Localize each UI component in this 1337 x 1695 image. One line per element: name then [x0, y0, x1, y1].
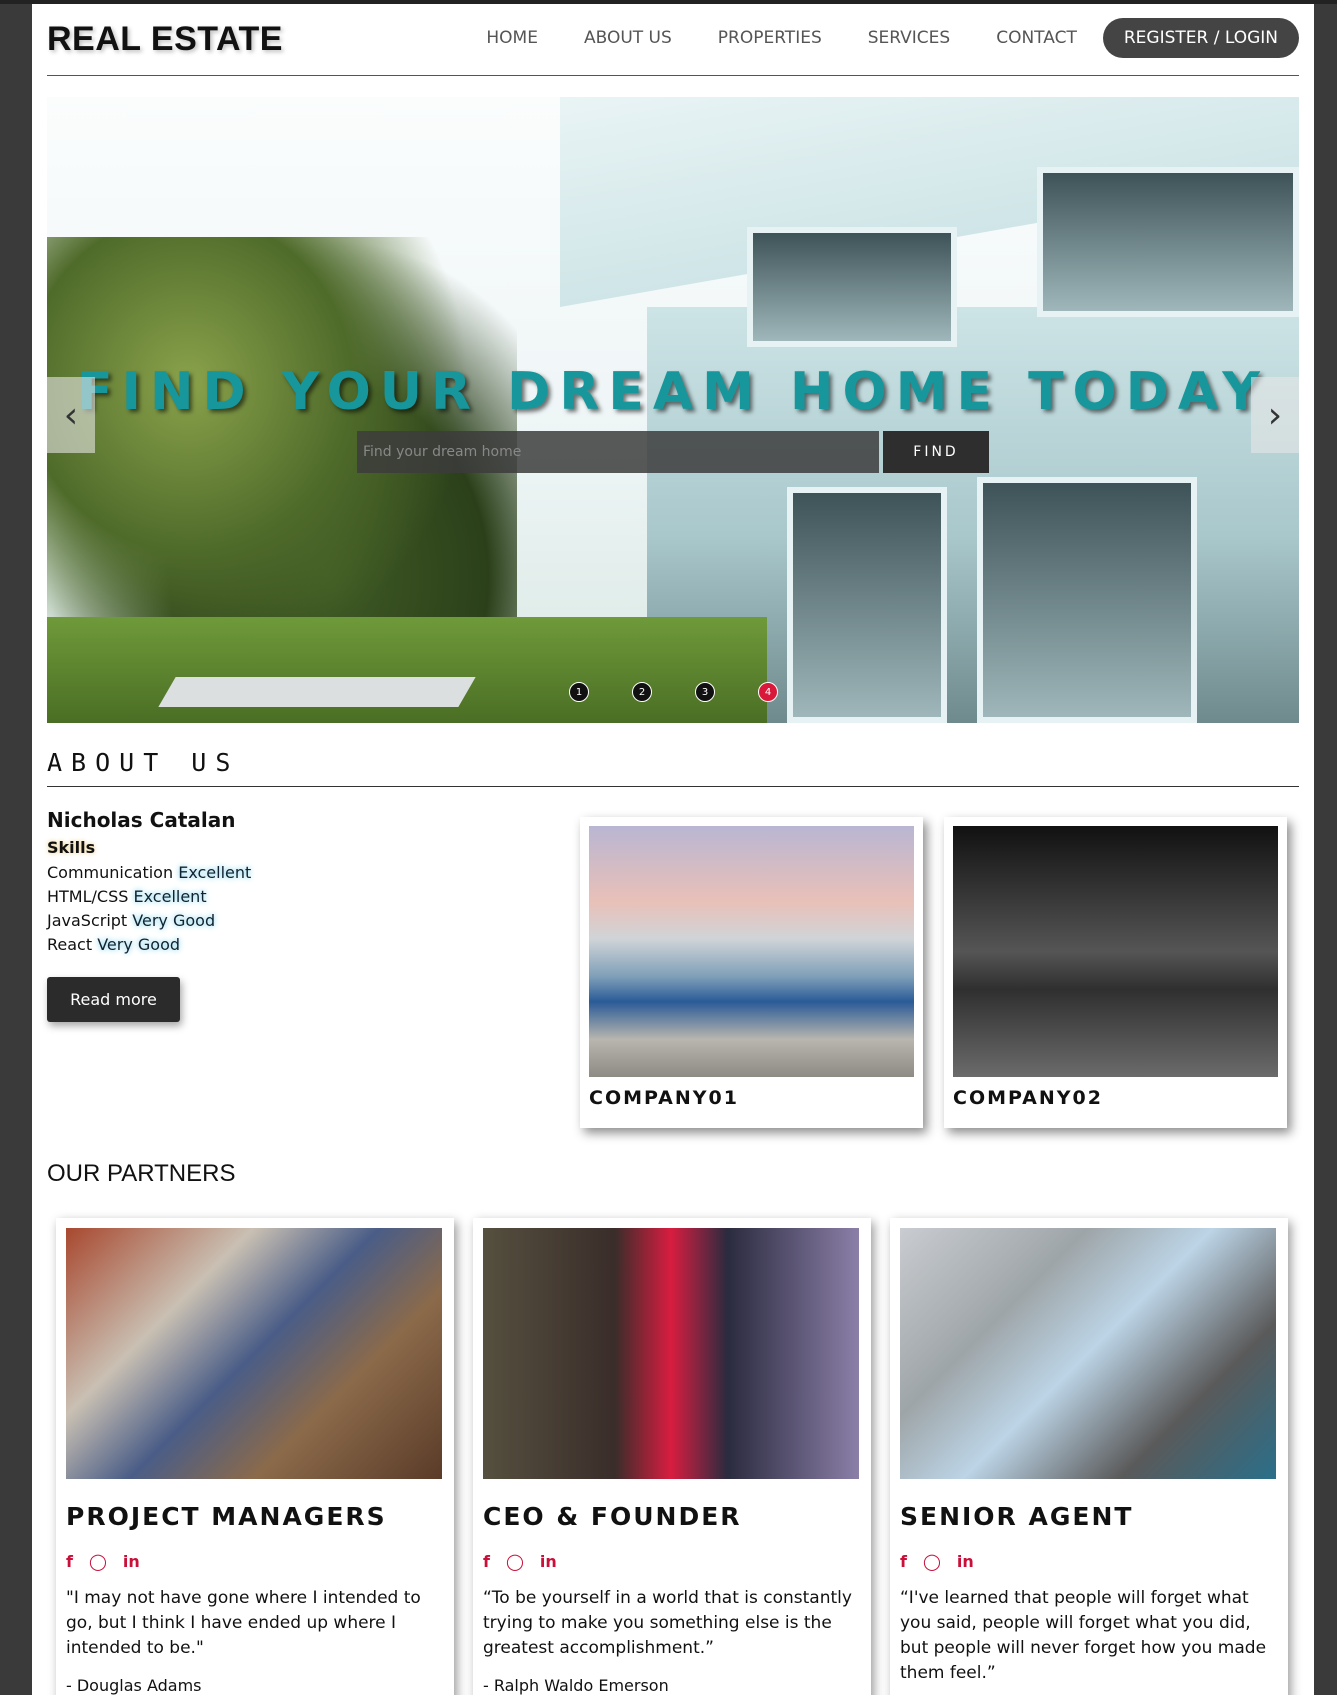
- company-image: [589, 826, 914, 1077]
- quote-author: - Ralph Waldo Emerson: [483, 1676, 669, 1695]
- chevron-right-icon: ›: [1267, 394, 1283, 436]
- skill-name: JavaScript: [47, 911, 128, 930]
- skill-name: Communication: [47, 863, 174, 882]
- partners-heading: OUR PARTNERS: [47, 1160, 236, 1187]
- carousel-prev-button[interactable]: ‹: [47, 377, 95, 453]
- nav-properties[interactable]: PROPERTIES: [718, 28, 822, 48]
- hero-carousel: FIND YOUR DREAM HOME TODAY FIND ‹ › 1 2 …: [47, 97, 1299, 723]
- find-button[interactable]: FIND: [883, 431, 989, 473]
- social-links: f ◯ in: [66, 1552, 156, 1571]
- skill-level: Excellent: [133, 887, 207, 906]
- chevron-left-icon: ‹: [63, 394, 79, 436]
- partner-card: CEO & FOUNDER f ◯ in “To be yourself in …: [473, 1218, 871, 1695]
- partner-photo: [483, 1228, 859, 1479]
- social-links: f ◯ in: [483, 1552, 573, 1571]
- main-nav: HOME ABOUT US PROPERTIES SERVICES CONTAC…: [486, 18, 1299, 58]
- partner-quote: “To be yourself in a world that is const…: [483, 1588, 852, 1658]
- nav-services[interactable]: SERVICES: [868, 28, 950, 48]
- partner-role: SENIOR AGENT: [900, 1502, 1134, 1531]
- carousel-dot-3[interactable]: 3: [695, 682, 715, 702]
- partner-role: PROJECT MANAGERS: [66, 1502, 387, 1531]
- page: REAL ESTATE HOME ABOUT US PROPERTIES SER…: [32, 4, 1314, 1695]
- partner-photo: [900, 1228, 1276, 1479]
- search-input[interactable]: [357, 431, 879, 473]
- company-label: COMPANY02: [953, 1087, 1103, 1109]
- about-profile: Nicholas Catalan Skills Communication Ex…: [47, 808, 251, 959]
- company-label: COMPANY01: [589, 1087, 739, 1109]
- skill-level: Very Good: [97, 935, 181, 954]
- partner-role: CEO & FOUNDER: [483, 1502, 742, 1531]
- brand-logo[interactable]: REAL ESTATE: [47, 20, 283, 59]
- linkedin-icon[interactable]: in: [957, 1552, 974, 1571]
- linkedin-icon[interactable]: in: [123, 1552, 140, 1571]
- facebook-icon[interactable]: f: [66, 1552, 73, 1571]
- quote-author: - Douglas Adams: [66, 1676, 202, 1695]
- hero-title: FIND YOUR DREAM HOME TODAY: [77, 362, 1269, 422]
- partner-card: PROJECT MANAGERS f ◯ in "I may not have …: [56, 1218, 454, 1695]
- partner-quote: "I may not have gone where I intended to…: [66, 1588, 421, 1658]
- carousel-dot-4[interactable]: 4: [758, 682, 778, 702]
- nav-contact[interactable]: CONTACT: [996, 28, 1077, 48]
- carousel-indicators: 1 2 3 4: [569, 682, 821, 702]
- skill-row: HTML/CSS Excellent: [47, 887, 251, 906]
- skill-row: JavaScript Very Good: [47, 911, 251, 930]
- skill-name: React: [47, 935, 93, 954]
- skill-row: React Very Good: [47, 935, 251, 954]
- carousel-dot-1[interactable]: 1: [569, 682, 589, 702]
- skill-level: Very Good: [132, 911, 216, 930]
- about-heading: ABOUT US: [47, 748, 1299, 787]
- skill-level: Excellent: [178, 863, 252, 882]
- carousel-dot-2[interactable]: 2: [632, 682, 652, 702]
- nav-home[interactable]: HOME: [486, 28, 538, 48]
- skill-name: HTML/CSS: [47, 887, 129, 906]
- read-more-button[interactable]: Read more: [47, 977, 180, 1022]
- nav-about[interactable]: ABOUT US: [584, 28, 672, 48]
- github-icon[interactable]: ◯: [89, 1552, 107, 1571]
- company-card-1[interactable]: COMPANY01: [580, 817, 923, 1128]
- partner-card: SENIOR AGENT f ◯ in “I've learned that p…: [890, 1218, 1288, 1695]
- facebook-icon[interactable]: f: [483, 1552, 490, 1571]
- github-icon[interactable]: ◯: [923, 1552, 941, 1571]
- skill-row: Communication Excellent: [47, 863, 251, 882]
- carousel-next-button[interactable]: ›: [1251, 377, 1299, 453]
- site-header: REAL ESTATE HOME ABOUT US PROPERTIES SER…: [47, 4, 1299, 76]
- profile-name: Nicholas Catalan: [47, 808, 236, 832]
- partner-photo: [66, 1228, 442, 1479]
- company-card-2[interactable]: COMPANY02: [944, 817, 1287, 1128]
- linkedin-icon[interactable]: in: [540, 1552, 557, 1571]
- company-image: [953, 826, 1278, 1077]
- partner-quote: “I've learned that people will forget wh…: [900, 1588, 1267, 1683]
- github-icon[interactable]: ◯: [506, 1552, 524, 1571]
- skills-label: Skills: [47, 838, 96, 857]
- social-links: f ◯ in: [900, 1552, 990, 1571]
- facebook-icon[interactable]: f: [900, 1552, 907, 1571]
- register-login-button[interactable]: REGISTER / LOGIN: [1102, 18, 1299, 58]
